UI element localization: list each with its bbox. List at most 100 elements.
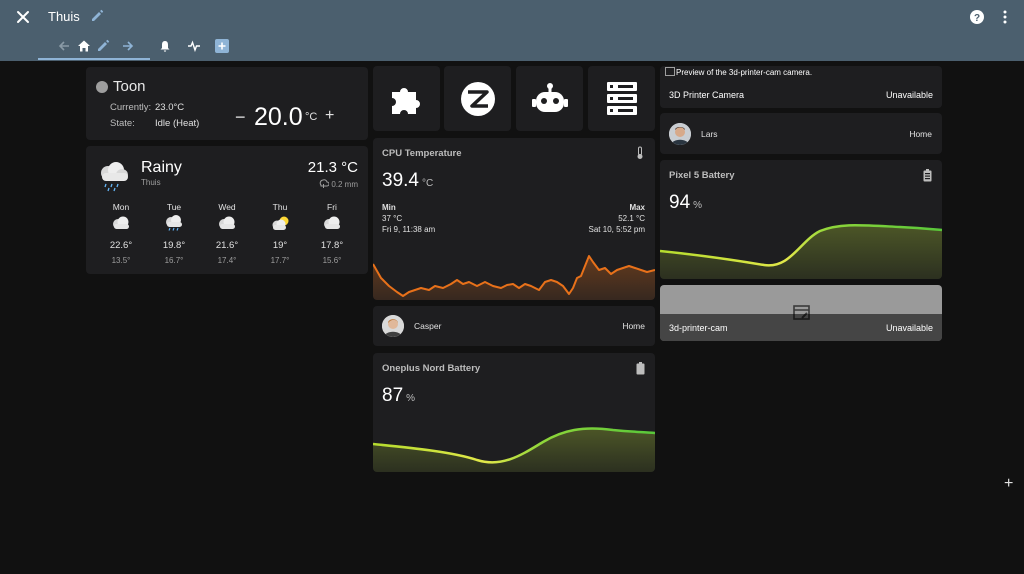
forecast-day: Tue 19.8° 16.7° <box>149 202 199 265</box>
cpu-unit: °C <box>421 178 434 189</box>
avatar <box>382 315 404 337</box>
battery-icon <box>923 169 932 182</box>
currently-value: 23.0°C <box>155 102 185 113</box>
forecast-day: Mon 22.6° 13.5° <box>96 202 146 265</box>
weather-card[interactable]: Rainy Thuis 21.3 °C 0.2 mm Mon 22.6° 13.… <box>86 146 368 274</box>
min-label: Min <box>382 203 396 212</box>
forecast-day-name: Fri <box>327 202 337 212</box>
forecast-high: 22.6° <box>109 240 133 251</box>
battery-value: 87 <box>382 385 404 406</box>
svg-text:?: ? <box>974 13 980 24</box>
add-card-button[interactable]: + <box>1004 475 1013 493</box>
cpu-value: 39.4 <box>382 170 419 191</box>
add-tab-icon[interactable] <box>215 39 229 53</box>
pulse-icon[interactable] <box>187 39 201 53</box>
sensor-value: 39.4 °C <box>382 170 433 192</box>
close-icon[interactable] <box>14 8 32 26</box>
thermostat-name: Toon <box>113 78 146 95</box>
state-value: Idle (Heat) <box>155 118 200 129</box>
forecast-day-name: Thu <box>272 202 288 212</box>
camera-footer: 3D Printer Camera Unavailable <box>660 81 942 108</box>
forecast-day-name: Wed <box>218 202 236 212</box>
back-arrow-icon[interactable] <box>57 39 71 53</box>
max-label: Max <box>629 203 645 212</box>
thermostat-card[interactable]: Toon Currently: 23.0°C State: Idle (Heat… <box>86 67 368 140</box>
robot-button[interactable] <box>516 66 583 131</box>
sensor-value: 87% <box>382 385 415 407</box>
person-name: Casper <box>414 321 442 331</box>
dashboard-title: Thuis <box>48 9 80 24</box>
target-temperature: 20.0 <box>254 103 303 131</box>
forecast-day-name: Tue <box>166 202 182 212</box>
person-lars[interactable]: Lars Home <box>660 113 942 154</box>
puzzle-icon <box>391 87 420 114</box>
camera-footer: 3d-printer-cam Unavailable <box>660 314 942 341</box>
forecast-day: Fri 17.8° 15.6° <box>307 202 357 265</box>
increase-temp-button[interactable]: + <box>325 107 334 125</box>
forecast-day-name: Mon <box>112 202 130 212</box>
top-app-bar: Thuis ? <box>0 0 1024 61</box>
zigbee-icon <box>460 81 495 116</box>
pixel-battery-card[interactable]: Pixel 5 Battery 94% <box>660 160 942 279</box>
pixel-history-graph <box>660 223 942 279</box>
cpu-history-graph <box>373 255 655 300</box>
active-tab-indicator <box>38 58 150 60</box>
camera-title: 3d-printer-cam <box>669 322 728 333</box>
forecast-low: 16.7° <box>164 256 184 265</box>
avatar <box>669 122 691 145</box>
puzzle-button[interactable] <box>373 66 440 131</box>
server-button[interactable] <box>588 66 655 131</box>
weather-location: Thuis <box>141 178 161 187</box>
forecast-high: 19.8° <box>162 240 186 251</box>
min-value: 37 °C <box>382 214 403 223</box>
max-value: 52.1 °C <box>618 214 645 223</box>
forecast-high: 17.8° <box>320 240 344 251</box>
thermostat-icon <box>96 81 108 93</box>
sensor-name: Pixel 5 Battery <box>669 170 735 181</box>
bell-icon[interactable] <box>158 39 172 53</box>
battery-icon <box>636 362 645 375</box>
min-time: Fri 9, 11:38 am <box>382 225 436 234</box>
robot-icon <box>531 82 568 112</box>
oneplus-battery-card[interactable]: Oneplus Nord Battery 87% <box>373 353 655 472</box>
more-vert-icon[interactable] <box>997 9 1013 25</box>
rainy-icon <box>166 215 182 231</box>
weather-condition: Rainy <box>141 159 182 176</box>
partly-cloudy-icon <box>272 216 289 230</box>
pencil-icon[interactable] <box>96 39 110 53</box>
person-name: Lars <box>701 128 718 139</box>
weather-precipitation: 0.2 mm <box>318 179 358 189</box>
sensor-value: 94% <box>669 192 702 214</box>
cpu-temperature-card[interactable]: CPU Temperature 39.4 °C Min 37 °C Fri 9, … <box>373 138 655 300</box>
oneplus-history-graph <box>373 427 655 472</box>
forecast-high: 19° <box>272 240 288 251</box>
forecast-low: 17.7° <box>270 256 290 265</box>
currently-label: Currently: <box>110 102 152 113</box>
forecast-day: Wed 21.6° 17.4° <box>202 202 252 265</box>
forecast-low: 13.5° <box>111 256 131 265</box>
rainy-icon <box>101 162 128 192</box>
arrow-right-icon[interactable] <box>121 39 135 53</box>
edit-title-icon[interactable] <box>90 9 104 23</box>
zigbee-button[interactable] <box>444 66 511 131</box>
target-unit: °C <box>305 111 318 123</box>
camera-state: Unavailable <box>885 89 933 100</box>
person-casper[interactable]: Casper Home <box>373 306 655 346</box>
3d-printer-camera-card[interactable]: Preview of the 3d-printer-cam camera. 3D… <box>660 66 942 108</box>
weather-temperature: 21.3 °C <box>307 159 358 176</box>
battery-unit: % <box>693 200 703 211</box>
home-icon[interactable] <box>77 39 91 53</box>
thermometer-icon <box>637 146 643 159</box>
decrease-temp-button[interactable]: − <box>235 107 246 128</box>
help-icon[interactable]: ? <box>969 9 985 25</box>
precipitation-icon <box>319 179 330 188</box>
cloudy-icon <box>219 216 235 229</box>
forecast-low: 15.6° <box>322 256 342 265</box>
sensor-name: CPU Temperature <box>382 148 462 159</box>
3d-printer-cam-card[interactable]: 3d-printer-cam Unavailable <box>660 285 942 341</box>
cloudy-icon <box>113 216 129 229</box>
sensor-name: Oneplus Nord Battery <box>382 363 481 374</box>
server-icon <box>606 81 637 115</box>
camera-state: Unavailable <box>885 322 933 333</box>
state-label: State: <box>110 118 135 129</box>
